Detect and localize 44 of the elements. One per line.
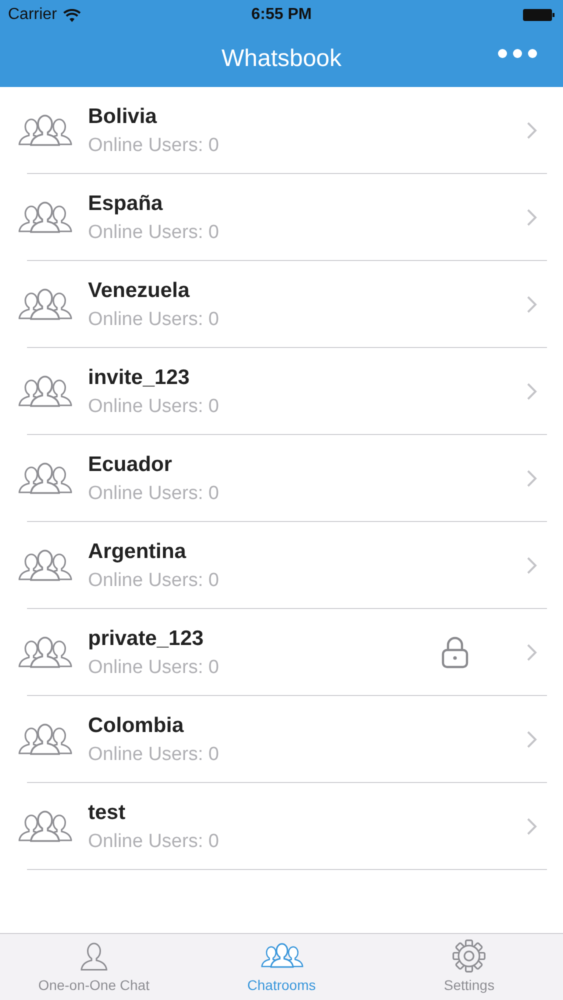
online-users: Online Users: 0: [88, 830, 220, 852]
room-name: Venezuela: [88, 278, 191, 302]
chevron-icon: [527, 296, 537, 313]
settings-icon: [452, 939, 486, 973]
chatroom-row[interactable]: invite_123 Online Users: 0: [0, 348, 563, 435]
status-time: 6:55 PM: [251, 6, 312, 23]
chevron-icon: [527, 557, 537, 574]
chatroom-row[interactable]: Bolivia Online Users: 0: [0, 87, 563, 174]
chevron-icon: [527, 818, 537, 835]
chatroom-row[interactable]: Argentina Online Users: 0: [0, 522, 563, 609]
room-name: Bolivia: [88, 104, 158, 128]
person-icon: [78, 940, 109, 972]
chatroom-row[interactable]: private_123 Online Users: 0: [0, 609, 563, 696]
chevron-icon: [527, 122, 537, 139]
room-name: Argentina: [88, 540, 188, 564]
online-users: Online Users: 0: [88, 396, 220, 418]
online-users: Online Users: 0: [88, 222, 220, 244]
chatroom-row[interactable]: Colombia Online Users: 0: [0, 696, 563, 783]
carrier-name: Carrier: [8, 6, 57, 24]
battery-icon: [523, 8, 555, 22]
online-users: Online Users: 0: [88, 482, 220, 504]
chevron-icon: [527, 209, 537, 226]
chatroom-row[interactable]: España Online Users: 0: [0, 174, 563, 261]
chatroom-row[interactable]: Ecuador Online Users: 0: [0, 435, 563, 522]
online-users: Online Users: 0: [88, 570, 220, 592]
online-users: Online Users: 0: [88, 744, 220, 766]
chevron-icon: [527, 731, 537, 748]
online-users: Online Users: 0: [88, 656, 220, 678]
online-users: Online Users: 0: [88, 308, 220, 330]
chatroom-row[interactable]: test Online Users: 0: [0, 783, 563, 870]
room-name: Colombia: [88, 714, 185, 738]
chevron-icon: [527, 383, 537, 400]
room-name: private_123: [88, 626, 205, 650]
more-button[interactable]: [498, 49, 537, 58]
wifi-icon: [62, 8, 81, 22]
chevron-icon: [527, 470, 537, 487]
room-name: test: [88, 800, 126, 824]
online-users: Online Users: 0: [88, 134, 220, 156]
nav-title: Whatsbook: [221, 44, 342, 72]
room-name: España: [88, 192, 164, 216]
chevron-icon: [527, 644, 537, 661]
chatroom-row[interactable]: Venezuela Online Users: 0: [0, 261, 563, 348]
room-name: Ecuador: [88, 452, 174, 476]
room-name: invite_123: [88, 366, 191, 390]
